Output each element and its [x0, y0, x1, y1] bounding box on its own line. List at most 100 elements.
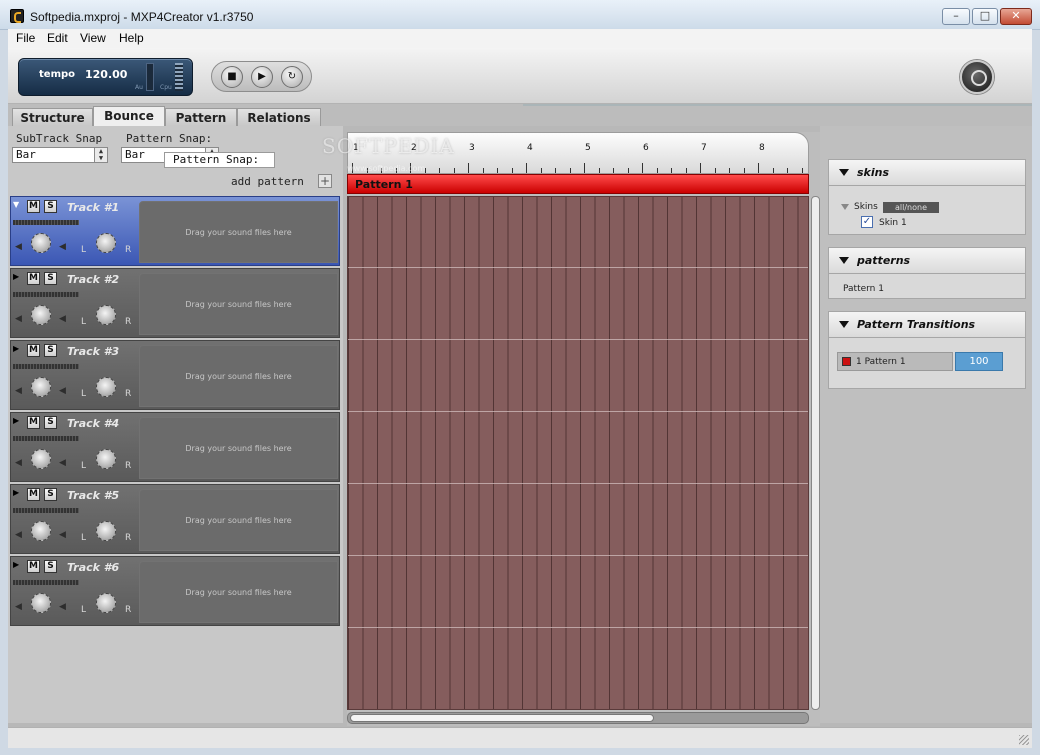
add-pattern-button[interactable]: +: [318, 174, 332, 188]
beat-tick: [598, 168, 600, 173]
play-button[interactable]: ▶: [251, 66, 273, 88]
track-name[interactable]: Track #5: [67, 489, 119, 502]
mute-button[interactable]: M: [27, 416, 40, 429]
track-row[interactable]: ▶ M S Track #6 ◀ ◀ L R Drag your sound files her…: [10, 556, 340, 626]
skins-all-none-toggle[interactable]: all/none: [883, 202, 939, 213]
beat-tick: [482, 168, 484, 173]
collapsed-icon[interactable]: ▶: [13, 488, 23, 498]
audio-fader[interactable]: [146, 63, 154, 91]
app-frame: tempo 120.00 Au Cpu ■ ▶ ↻ Structure Boun…: [8, 48, 1032, 748]
track-name[interactable]: Track #2: [67, 273, 119, 286]
maximize-button[interactable]: □: [972, 8, 998, 25]
beat-tick: [729, 168, 730, 173]
timeline: 12345678 Pattern 1: [347, 132, 820, 726]
tab-pattern[interactable]: Pattern: [165, 108, 237, 127]
minimize-button[interactable]: –: [942, 8, 970, 25]
tempo-value[interactable]: 120.00: [85, 68, 127, 81]
expanded-icon[interactable]: ▼: [13, 200, 23, 210]
sound-drop-zone[interactable]: Drag your sound files here: [139, 273, 338, 335]
track-name[interactable]: Track #6: [67, 561, 119, 574]
skin-1-checkbox[interactable]: ✓: [861, 216, 873, 228]
collapse-icon[interactable]: [839, 257, 849, 264]
volume-knob[interactable]: [31, 449, 51, 469]
resize-grip-icon[interactable]: [1019, 735, 1029, 745]
vertical-scrollbar[interactable]: [811, 196, 820, 710]
volume-knob[interactable]: [31, 377, 51, 397]
solo-button[interactable]: S: [44, 560, 57, 573]
speaker-icon: ◀: [15, 314, 22, 324]
transitions-header[interactable]: Pattern Transitions: [829, 312, 1025, 338]
status-bar: [8, 727, 1032, 748]
pan-knob[interactable]: [96, 449, 116, 469]
mute-button[interactable]: M: [27, 344, 40, 357]
collapsed-icon[interactable]: ▶: [13, 560, 23, 570]
stop-button[interactable]: ■: [221, 66, 243, 88]
track-row[interactable]: ▶ M S Track #3 ◀ ◀ L R Drag your sound files her…: [10, 340, 340, 410]
mute-button[interactable]: M: [27, 560, 40, 573]
collapsed-icon[interactable]: ▶: [13, 416, 23, 426]
close-button[interactable]: ✕: [1000, 8, 1032, 25]
solo-button[interactable]: S: [44, 272, 57, 285]
transition-value-field[interactable]: 100: [955, 352, 1003, 371]
horizontal-scroll-thumb[interactable]: [350, 714, 654, 722]
collapse-icon[interactable]: [839, 169, 849, 176]
volume-knob[interactable]: [31, 305, 51, 325]
pan-knob[interactable]: [96, 593, 116, 613]
tab-structure[interactable]: Structure: [12, 108, 93, 127]
solo-button[interactable]: S: [44, 416, 57, 429]
sound-drop-zone[interactable]: Drag your sound files here: [139, 561, 338, 623]
sound-drop-zone[interactable]: Drag your sound files here: [139, 417, 338, 479]
collapsed-icon[interactable]: ▶: [13, 344, 23, 354]
track-row[interactable]: ▼ M S Track #1 ◀ ◀ L R Drag your sound files her…: [10, 196, 340, 266]
mute-button[interactable]: M: [27, 200, 40, 213]
volume-knob[interactable]: [31, 593, 51, 613]
pan-knob[interactable]: [96, 521, 116, 541]
solo-button[interactable]: S: [44, 488, 57, 501]
track-row[interactable]: ▶ M S Track #4 ◀ ◀ L R Drag your sound files her…: [10, 412, 340, 482]
patterns-header[interactable]: patterns: [829, 248, 1025, 274]
sound-drop-zone[interactable]: Drag your sound files here: [139, 345, 338, 407]
solo-button[interactable]: S: [44, 200, 57, 213]
track-row[interactable]: ▶ M S Track #5 ◀ ◀ L R Drag your sound files her…: [10, 484, 340, 554]
track-name[interactable]: Track #4: [67, 417, 119, 430]
horizontal-scrollbar[interactable]: [347, 712, 809, 724]
track-row[interactable]: ▶ M S Track #2 ◀ ◀ L R Drag your sound files her…: [10, 268, 340, 338]
play-icon: ▶: [258, 71, 266, 82]
pan-knob[interactable]: [96, 305, 116, 325]
skin-1-label: Skin 1: [879, 218, 907, 228]
pan-knob[interactable]: [96, 233, 116, 253]
mute-button[interactable]: M: [27, 272, 40, 285]
solo-button[interactable]: S: [44, 344, 57, 357]
sound-drop-zone[interactable]: Drag your sound files here: [139, 201, 338, 263]
collapse-icon[interactable]: [839, 321, 849, 328]
pattern-snap-value: Bar: [125, 148, 145, 161]
skins-header[interactable]: skins: [829, 160, 1025, 186]
volume-knob[interactable]: [31, 233, 51, 253]
beat-tick: [555, 168, 556, 173]
transition-row[interactable]: 1 Pattern 1: [837, 352, 953, 371]
tab-bounce[interactable]: Bounce: [93, 106, 165, 127]
mute-button[interactable]: M: [27, 488, 40, 501]
subtrack-snap-value: Bar: [16, 148, 36, 161]
sound-drop-zone[interactable]: Drag your sound files here: [139, 489, 338, 551]
menu-edit[interactable]: Edit: [47, 31, 68, 45]
volume-knob[interactable]: [31, 521, 51, 541]
pattern-block[interactable]: Pattern 1: [347, 174, 809, 194]
loop-button[interactable]: ↻: [281, 66, 303, 88]
track-name[interactable]: Track #3: [67, 345, 119, 358]
subtrack-snap-select[interactable]: Bar ▲ ▼: [12, 147, 108, 163]
tab-relations[interactable]: Relations: [237, 108, 321, 127]
menu-view[interactable]: View: [80, 31, 106, 45]
pan-right-label: R: [125, 245, 132, 255]
expand-icon[interactable]: [841, 204, 849, 210]
transport-controls: ■ ▶ ↻: [211, 61, 312, 92]
collapsed-icon[interactable]: ▶: [13, 272, 23, 282]
track-name[interactable]: Track #1: [67, 201, 119, 214]
menu-help[interactable]: Help: [119, 31, 144, 45]
beat-tick: [714, 168, 716, 173]
pan-knob[interactable]: [96, 377, 116, 397]
arrangement-grid[interactable]: [347, 196, 809, 710]
menu-file[interactable]: File: [16, 31, 35, 45]
tab-divider: [523, 104, 1032, 106]
pattern-list-item[interactable]: Pattern 1: [843, 284, 884, 294]
